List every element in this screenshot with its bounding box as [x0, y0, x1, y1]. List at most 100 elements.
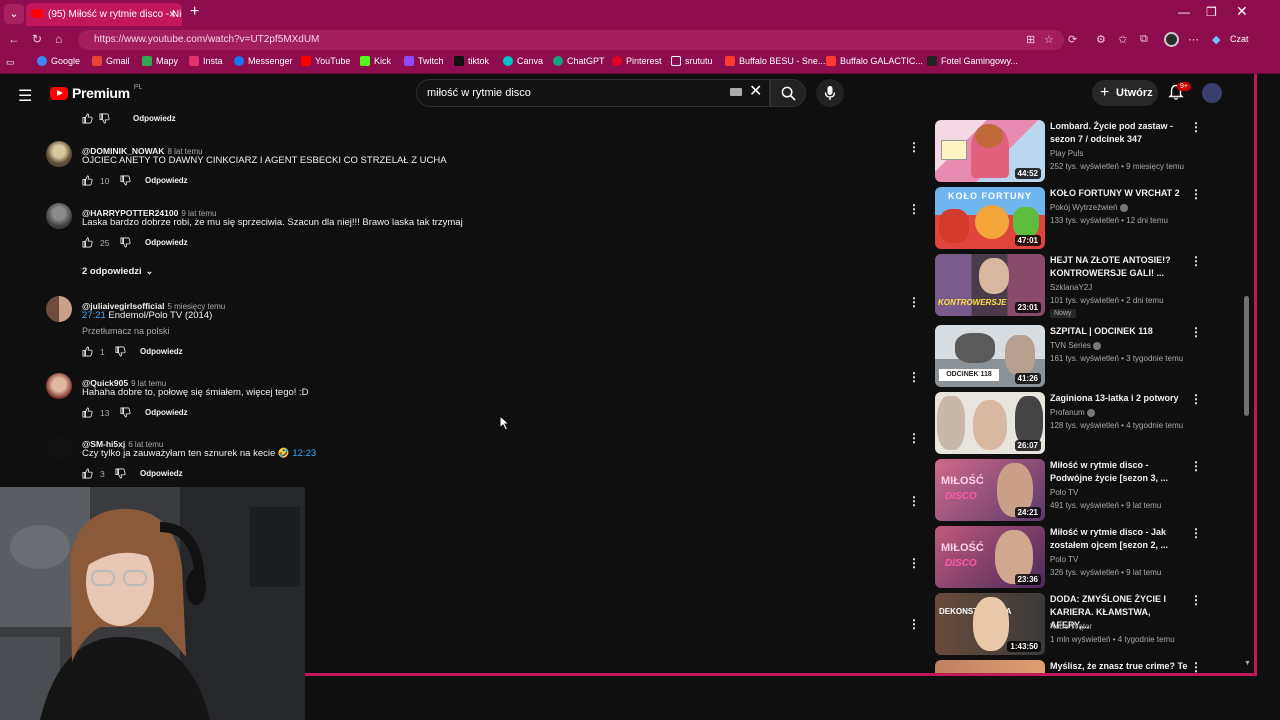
comment-more-options-icon[interactable]: ⋮ — [908, 432, 920, 444]
account-avatar[interactable] — [1202, 83, 1222, 103]
search-input[interactable]: miłość w rytmie disco — [416, 79, 770, 107]
bookmark-fotel[interactable]: Fotel Gamingowy... — [927, 56, 1018, 66]
video-more-options-icon[interactable]: ⋮ — [1190, 527, 1202, 539]
channel-name[interactable]: Polo TV — [1050, 488, 1078, 497]
comment-more-options-icon[interactable]: ⋮ — [908, 618, 920, 630]
reply-button[interactable]: Odpowiedz — [140, 347, 183, 356]
comment-more-options-icon[interactable]: ⋮ — [908, 141, 920, 153]
thumbs-down-icon[interactable] — [115, 346, 126, 357]
bookmark-pinterest[interactable]: Pinterest — [612, 56, 662, 66]
video-thumbnail[interactable] — [935, 660, 1045, 673]
collections-icon[interactable]: ⧉ — [1140, 33, 1148, 46]
video-title[interactable]: SZPITAL | ODCINEK 118 — [1050, 325, 1188, 338]
video-more-options-icon[interactable]: ⋮ — [1190, 326, 1202, 338]
video-more-options-icon[interactable]: ⋮ — [1190, 661, 1202, 673]
close-window-button[interactable]: ✕ — [1236, 3, 1248, 20]
thumbs-up-icon[interactable] — [82, 175, 93, 186]
thumbs-up-icon[interactable] — [82, 113, 93, 124]
favorites-list-icon[interactable]: ✩ — [1118, 33, 1127, 46]
bookmark-twitch[interactable]: Twitch — [404, 56, 444, 66]
bookmark-google[interactable]: Google — [37, 56, 80, 66]
video-more-options-icon[interactable]: ⋮ — [1190, 460, 1202, 472]
video-thumbnail[interactable]: KONTROWERSJE 23:01 — [935, 254, 1045, 316]
bookmark-messenger[interactable]: Messenger — [234, 56, 293, 66]
recommended-video-partial[interactable]: Myślisz, że znasz true crime? Te ⋮ — [935, 660, 1205, 673]
comment-more-options-icon[interactable]: ⋮ — [908, 203, 920, 215]
video-timestamp-link[interactable]: 12:23 — [292, 448, 316, 459]
channel-name[interactable]: Profanum — [1050, 408, 1085, 417]
thumbs-down-icon[interactable] — [120, 237, 131, 248]
video-thumbnail[interactable]: 26:07 — [935, 392, 1045, 454]
video-thumbnail[interactable]: MIŁOŚĆ DISCO 23:36 — [935, 526, 1045, 588]
video-thumbnail[interactable]: ODCINEK 118 41:26 — [935, 325, 1045, 387]
video-more-options-icon[interactable]: ⋮ — [1190, 121, 1202, 133]
channel-name[interactable]: Kuba Wątor — [1050, 622, 1092, 631]
video-title[interactable]: KOŁO FORTUNY W VRCHAT 2 — [1050, 187, 1188, 200]
new-tab-button[interactable]: + — [190, 3, 199, 21]
bookmark-canva[interactable]: Canva — [503, 56, 543, 66]
reply-button[interactable]: Odpowiedz — [133, 114, 176, 123]
recommended-video[interactable]: 26:07 Zaginiona 13-latka i 2 potwory Pro… — [935, 392, 1205, 454]
reply-button[interactable]: Odpowiedz — [145, 176, 188, 185]
video-title[interactable]: Zaginiona 13-latka i 2 potwory — [1050, 392, 1188, 405]
tab-close-icon[interactable]: × — [169, 3, 176, 26]
view-replies-button[interactable]: 2 odpowiedzi ⌄ — [82, 266, 153, 277]
translate-link[interactable]: Przetłumacz na polski — [82, 326, 170, 336]
video-more-options-icon[interactable]: ⋮ — [1190, 594, 1202, 606]
bookmark-srututu[interactable]: srututu — [671, 56, 713, 66]
keyboard-icon[interactable] — [730, 88, 742, 96]
bookmark-chatgpt[interactable]: ChatGPT — [553, 56, 605, 66]
scroll-down-arrow-icon[interactable]: ▼ — [1244, 660, 1251, 667]
page-scrollbar[interactable] — [1244, 296, 1249, 416]
video-thumbnail[interactable]: 44:52 — [935, 120, 1045, 182]
settings-gear-icon[interactable]: ⚙ — [1096, 33, 1106, 46]
comment-more-options-icon[interactable]: ⋮ — [908, 557, 920, 569]
comment-more-options-icon[interactable]: ⋮ — [908, 495, 920, 507]
thumbs-up-icon[interactable] — [82, 407, 93, 418]
bookmark-buffalo-besu[interactable]: Buffalo BESU - Sne... — [725, 56, 825, 66]
extension-icon[interactable]: ⟳ — [1068, 33, 1077, 46]
video-title[interactable]: Miłość w rytmie disco - Jak zostałem ojc… — [1050, 526, 1188, 552]
recommended-video[interactable]: KOŁO FORTUNY 47:01 KOŁO FORTUNY W VRCHAT… — [935, 187, 1205, 249]
profile-avatar[interactable] — [1164, 32, 1179, 47]
tab-actions-menu-button[interactable]: ⌄ — [4, 4, 24, 24]
thumbs-down-icon[interactable] — [120, 407, 131, 418]
video-more-options-icon[interactable]: ⋮ — [1190, 255, 1202, 267]
apps-icon[interactable]: ⊞ — [1026, 33, 1035, 46]
comment-more-options-icon[interactable]: ⋮ — [908, 296, 920, 308]
thumbs-up-icon[interactable] — [82, 346, 93, 357]
minimize-button[interactable]: — — [1178, 5, 1190, 19]
commenter-avatar[interactable] — [46, 373, 72, 399]
channel-name[interactable]: Pokój Wytrzeźwień — [1050, 203, 1118, 212]
reply-button[interactable]: Odpowiedz — [145, 238, 188, 247]
reply-button[interactable]: Odpowiedz — [140, 469, 183, 478]
commenter-avatar[interactable] — [46, 141, 72, 167]
search-button[interactable] — [770, 79, 806, 107]
voice-search-button[interactable] — [816, 79, 844, 107]
video-thumbnail[interactable]: KOŁO FORTUNY 47:01 — [935, 187, 1045, 249]
channel-name[interactable]: Polo TV — [1050, 555, 1078, 564]
bookmark-maps[interactable]: Mapy — [142, 56, 178, 66]
recommended-video[interactable]: MIŁOŚĆ DISCO 23:36 Miłość w rytmie disco… — [935, 526, 1205, 588]
refresh-button[interactable]: ↻ — [32, 32, 42, 46]
browser-tab-active[interactable]: (95) Miłość w rytmie disco - Nie je × — [26, 3, 182, 26]
create-button[interactable]: + Utwórz — [1092, 80, 1158, 106]
commenter-avatar[interactable] — [46, 434, 72, 460]
youtube-premium-logo[interactable]: Premium PL — [50, 84, 142, 101]
address-bar[interactable]: https://www.youtube.com/watch?v=UT2pf5MX… — [78, 30, 1064, 50]
bookmark-buffalo-galactic[interactable]: Buffalo GALACTIC... — [826, 56, 923, 66]
thumbs-up-icon[interactable] — [82, 468, 93, 479]
thumbs-down-icon[interactable] — [99, 113, 110, 124]
copilot-label[interactable]: Czat — [1230, 34, 1249, 44]
video-more-options-icon[interactable]: ⋮ — [1190, 393, 1202, 405]
commenter-avatar[interactable] — [46, 296, 72, 322]
recommended-video[interactable]: 44:52 Lombard. Życie pod zastaw - sezon … — [935, 120, 1205, 182]
copilot-icon[interactable]: ◆ — [1212, 33, 1220, 46]
thumbs-down-icon[interactable] — [115, 468, 126, 479]
video-thumbnail[interactable]: MIŁOŚĆ DISCO 24:21 — [935, 459, 1045, 521]
bookmark-insta[interactable]: Insta — [189, 56, 223, 66]
home-button[interactable]: ⌂ — [55, 32, 62, 46]
recommended-video[interactable]: DEKONSTRUKCJA 1:43:50 DODA: ZMYŚLONE ŻYC… — [935, 593, 1205, 655]
reply-button[interactable]: Odpowiedz — [145, 408, 188, 417]
recommended-video[interactable]: MIŁOŚĆ DISCO 24:21 Miłość w rytmie disco… — [935, 459, 1205, 521]
